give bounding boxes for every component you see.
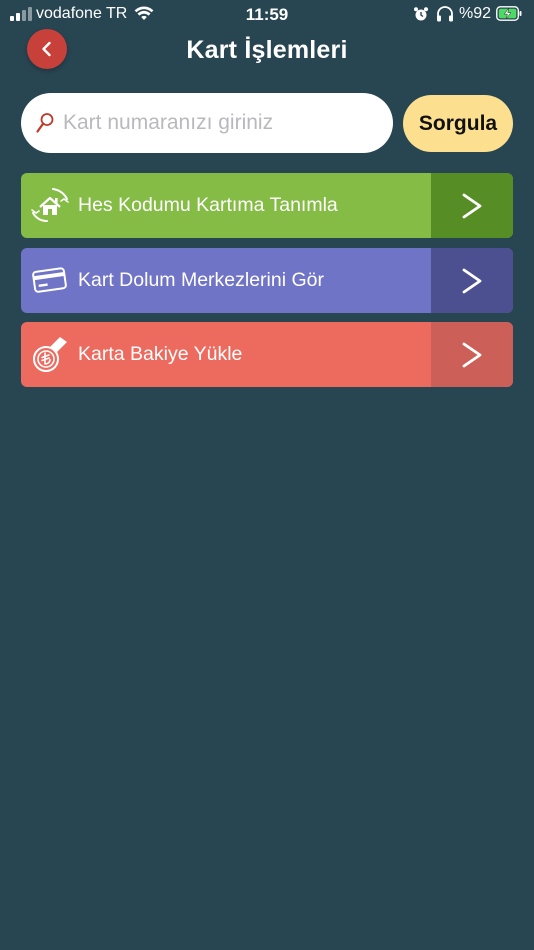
chevron-right-icon [462,268,482,293]
page-title: Kart İşlemleri [186,36,348,64]
search-field[interactable] [21,93,393,153]
arrow-button[interactable] [431,173,513,238]
chevron-right-icon [462,193,482,218]
arrow-button[interactable] [431,322,513,387]
lira-coin-card-icon [33,337,67,372]
menu-item-label: Hes Kodumu Kartıma Tanımla [78,194,338,216]
alarm-icon [414,7,428,21]
menu-item-load-balance[interactable]: Karta Bakiye Yükle [21,322,513,387]
menu-item-label: Kart Dolum Merkezlerini Gör [78,269,324,291]
credit-card-icon [32,267,67,293]
arrow-button[interactable] [431,248,513,313]
search-icon [36,113,54,133]
menu-item-top-up-centers[interactable]: Kart Dolum Merkezlerini Gör [21,248,513,313]
battery-charging-icon [496,6,522,21]
card-number-input[interactable] [63,93,383,153]
query-button[interactable]: Sorgula [403,95,513,152]
battery-percentage: %92 [459,5,492,22]
menu-item-hes-code[interactable]: Hes Kodumu Kartıma Tanımla [21,173,513,238]
status-bar: vodafone TR 11:59 %92 [0,0,534,28]
home-hands-icon [31,188,69,222]
headphones-icon [437,6,453,22]
menu-item-label: Karta Bakiye Yükle [78,343,243,365]
chevron-right-icon [462,342,482,367]
